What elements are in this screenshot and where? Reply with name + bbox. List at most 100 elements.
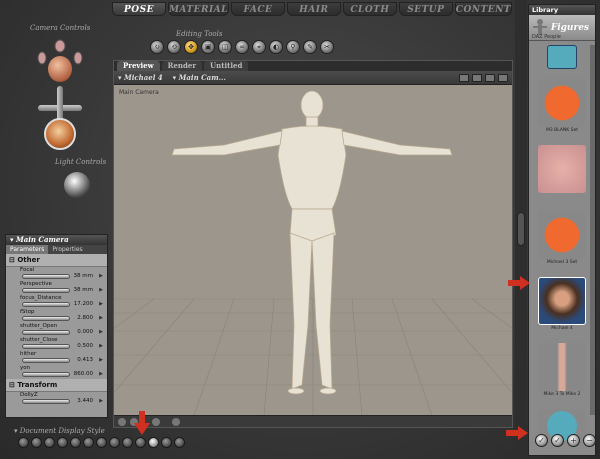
param-row[interactable]: shutter_Close 0.500 ▶ [6,337,107,351]
param-menu-arrow-icon[interactable]: ▶ [99,301,103,307]
ground-icon[interactable] [152,418,160,426]
direct-manip-icon[interactable]: ⌖ [252,40,266,54]
apply-double-check-icon[interactable]: ✓ [551,434,564,447]
camera-controls[interactable] [30,36,90,154]
tab-setup[interactable]: SETUP [398,2,453,16]
tab-content[interactable]: CONTENT [454,2,512,16]
param-value[interactable]: 0.500 [77,343,93,349]
param-menu-arrow-icon[interactable]: ▶ [99,343,103,349]
grouping-icon[interactable]: ✂ [320,40,334,54]
taper-icon[interactable]: ◫ [218,40,232,54]
param-menu-arrow-icon[interactable]: ▶ [99,398,103,404]
library-subcategory[interactable]: DAZ People [532,34,561,40]
library-item-michael-3[interactable]: Michael 3 Set [533,211,591,275]
param-dial[interactable] [22,288,70,293]
param-value[interactable]: 0.413 [77,357,93,363]
morph-brush-icon[interactable]: ✎ [303,40,317,54]
param-group-transform[interactable]: ⊟ Transform [6,379,107,392]
display-cartoon-button[interactable] [109,437,120,448]
library-category-header[interactable]: Figures DAZ People [529,15,595,41]
param-dial[interactable] [22,344,70,349]
param-dial[interactable] [22,274,70,279]
layout-icon[interactable] [472,73,482,82]
param-row[interactable]: DollyZ 3.440 ▶ [6,392,107,406]
tab-render[interactable]: Render [161,61,203,71]
rotate-icon[interactable]: ↻ [150,40,164,54]
display-silhouette-button[interactable] [18,437,29,448]
translate-icon[interactable]: ✥ [184,40,198,54]
display-sketch-button[interactable] [174,437,185,448]
param-dial[interactable] [22,399,70,404]
display-outline-button[interactable] [31,437,42,448]
tab-material[interactable]: MATERIAL [167,2,229,16]
display-flat-shaded-button[interactable] [83,437,94,448]
param-menu-arrow-icon[interactable]: ▶ [99,371,103,377]
library-item-m3-blank[interactable]: M3 BLANK Set [533,79,591,143]
param-value[interactable]: 17.200 [74,301,93,307]
color-icon[interactable]: ◐ [269,40,283,54]
param-value[interactable]: 860.00 [74,371,93,377]
tab-properties[interactable]: Properties [48,245,86,254]
add-to-library-icon[interactable]: + [567,434,580,447]
param-group-other[interactable]: ⊟ Other [6,254,107,267]
library-item-michael-4[interactable]: Michael 4 [533,277,591,341]
tab-untitled[interactable]: Untitled [204,61,249,71]
menu-icon[interactable] [485,73,495,82]
param-row[interactable]: shutter_Open 0.000 ▶ [6,323,107,337]
param-menu-arrow-icon[interactable]: ▶ [99,329,103,335]
display-smooth-lined-button[interactable] [161,437,172,448]
tab-cloth[interactable]: CLOTH [342,2,397,16]
display-hidden-line-button[interactable] [57,437,68,448]
param-value[interactable]: 38 mm [74,287,93,293]
apply-check-icon[interactable]: ✓ [535,434,548,447]
param-row[interactable]: hither 0.413 ▶ [6,351,107,365]
figure-select[interactable]: ▾ Michael 4 [118,73,163,82]
param-value[interactable]: 2.800 [77,315,93,321]
param-dial[interactable] [22,302,70,307]
param-menu-arrow-icon[interactable]: ▶ [99,357,103,363]
document-viewport[interactable]: Preview Render Untitled ▾ Michael 4 ▾ Ma… [113,60,513,428]
param-menu-arrow-icon[interactable]: ▶ [99,287,103,293]
scene-view[interactable] [114,85,512,416]
library-item-folder[interactable] [533,45,591,77]
camera-head-icon[interactable] [48,56,72,82]
camera-trackball[interactable] [44,118,76,150]
library-drawer-strip[interactable] [515,0,527,459]
display-texture-shaded-button[interactable] [148,437,159,448]
param-row[interactable]: focus_Distance 17.200 ▶ [6,295,107,309]
shadow-toggle-icon[interactable] [118,418,126,426]
param-value[interactable]: 3.440 [77,398,93,404]
library-item-blur[interactable] [533,145,591,209]
resize-icon[interactable] [498,73,508,82]
display-cartoon-lined-button[interactable] [122,437,133,448]
library-item-mike-3-to-2[interactable]: Mike 3 To Mike 2 [533,343,591,407]
param-value[interactable]: 0.000 [77,329,93,335]
render-icon[interactable] [459,73,469,82]
param-dial[interactable] [22,316,70,321]
tab-preview[interactable]: Preview [117,61,160,71]
michael-4-figure[interactable] [171,90,453,395]
tab-pose[interactable]: POSE [112,2,166,16]
render-settings-icon[interactable] [172,418,180,426]
camera-select[interactable]: ▾ Main Cam... [173,73,226,82]
tab-parameters[interactable]: Parameters [6,245,49,254]
param-row[interactable]: Perspective 38 mm ▶ [6,281,107,295]
display-lit-wireframe-button[interactable] [70,437,81,448]
tab-hair[interactable]: HAIR [286,2,341,16]
param-row[interactable]: fStop 2.800 ▶ [6,309,107,323]
param-dial[interactable] [22,358,70,363]
tab-face[interactable]: FACE [230,2,285,16]
param-row[interactable]: Focal 38 mm ▶ [6,267,107,281]
light-trackball[interactable] [64,172,90,198]
param-value[interactable]: 38 mm [74,273,93,279]
scale-icon[interactable]: ▣ [201,40,215,54]
remove-from-library-icon[interactable]: − [583,434,596,447]
drawer-handle-icon[interactable] [517,212,525,246]
param-dial[interactable] [22,372,70,377]
display-smooth-shaded-button[interactable] [135,437,146,448]
view-magnifier-icon[interactable]: ⚲ [286,40,300,54]
display-wireframe-button[interactable] [44,437,55,448]
display-flat-lined-button[interactable] [96,437,107,448]
param-menu-arrow-icon[interactable]: ▶ [99,273,103,279]
library-scrollbar[interactable] [590,45,595,415]
